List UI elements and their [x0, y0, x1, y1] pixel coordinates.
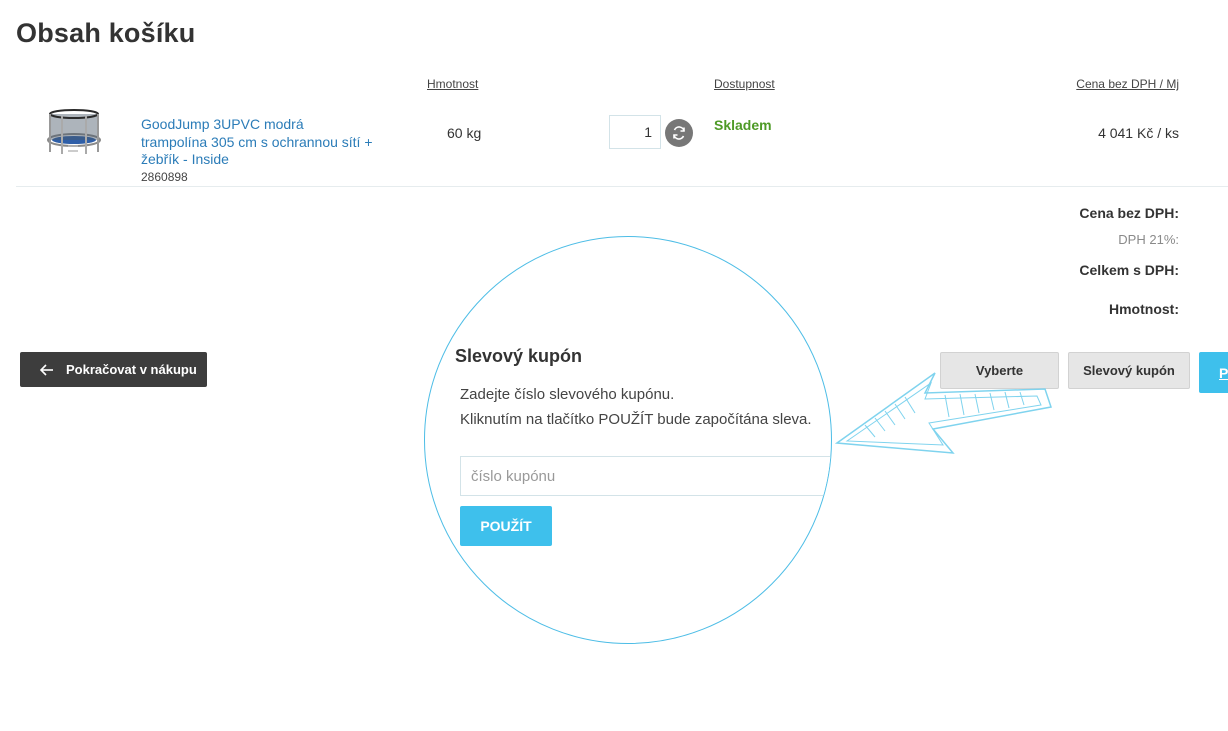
continue-shopping-label: Pokračovat v nákupu: [66, 362, 197, 377]
continue-shopping-button[interactable]: Pokračovat v nákupu: [20, 352, 207, 387]
proceed-label: P: [1219, 364, 1228, 381]
page-title: Obsah košíku: [16, 18, 196, 48]
coupon-magnifier: Slevový kupón Zadejte číslo slevového ku…: [424, 236, 832, 644]
unit-price: 4 041 Kč / ks: [1098, 125, 1179, 141]
availability-status: Skladem: [714, 117, 772, 133]
pointer-arrow-icon: [835, 372, 1052, 454]
product-weight: 60 kg: [447, 125, 482, 141]
column-header-availability[interactable]: Dostupnost: [714, 77, 775, 91]
product-code: 2860898: [141, 170, 188, 184]
proceed-button[interactable]: P: [1199, 352, 1228, 393]
apply-coupon-button[interactable]: POUŽÍT: [460, 506, 552, 546]
discount-coupon-label: Slevový kupón: [1083, 363, 1175, 378]
column-header-price[interactable]: Cena bez DPH / Mj: [1076, 77, 1179, 91]
coupon-title: Slevový kupón: [455, 346, 583, 366]
summary-total-with-vat: Celkem s DPH:: [1079, 262, 1179, 278]
product-name-link[interactable]: GoodJump 3UPVC modrá trampolína 305 cm s…: [141, 116, 373, 169]
refresh-quantity-button[interactable]: [665, 119, 693, 147]
summary-vat: DPH 21%:: [1118, 232, 1179, 247]
column-header-weight[interactable]: Hmotnost: [427, 77, 478, 91]
summary-price-without-vat: Cena bez DPH:: [1079, 205, 1179, 221]
apply-coupon-label: POUŽÍT: [480, 518, 532, 534]
coupon-instructions-line1: Zadejte číslo slevového kupónu.: [460, 386, 675, 403]
row-divider: [16, 186, 1228, 187]
refresh-icon: [673, 126, 685, 140]
coupon-code-input[interactable]: [460, 456, 831, 496]
discount-coupon-button[interactable]: Slevový kupón: [1068, 352, 1190, 389]
quantity-input[interactable]: [609, 115, 661, 149]
trampoline-image[interactable]: [44, 104, 104, 160]
coupon-instructions-line2: Kliknutím na tlačítko POUŽÍT bude započí…: [460, 411, 812, 428]
arrow-left-icon: [40, 363, 53, 376]
summary-weight: Hmotnost:: [1109, 301, 1179, 317]
